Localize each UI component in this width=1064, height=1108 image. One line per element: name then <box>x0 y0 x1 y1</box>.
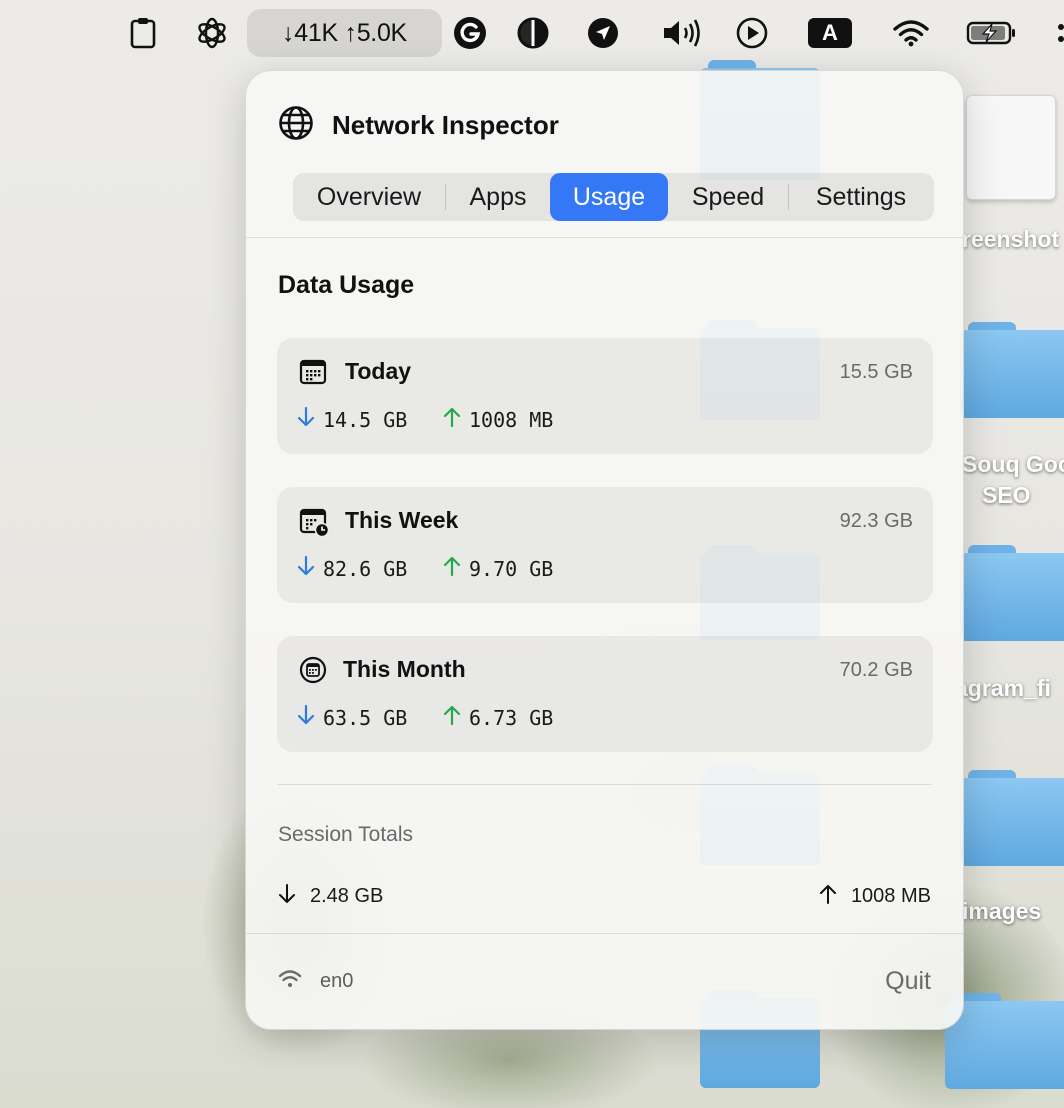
tab-settings[interactable]: Settings <box>789 173 933 221</box>
upload-arrow-icon <box>443 704 461 731</box>
upload-stat: 1008 MB <box>443 406 553 433</box>
network-interface: en0 <box>278 969 353 994</box>
keyboard-input-badge: A <box>808 18 852 48</box>
globe-icon <box>278 105 314 146</box>
usage-period-label: This Month <box>343 656 466 682</box>
tab-bar: Overview Apps Usage Speed Settings <box>293 173 934 221</box>
location-arrow-icon[interactable] <box>586 14 620 52</box>
session-download-value: 2.48 GB <box>310 885 384 907</box>
download-arrow-icon <box>297 555 315 582</box>
desktop-screenshot-thumbnail[interactable] <box>966 95 1056 200</box>
usage-total: 70.2 GB <box>839 659 913 681</box>
usage-period-label: This Week <box>345 507 459 533</box>
grammarly-icon[interactable] <box>452 14 488 52</box>
openai-icon[interactable] <box>193 14 231 52</box>
usage-card-month: This Month 70.2 GB 63.5 GB 6.73 GB <box>277 636 933 752</box>
desktop-label[interactable]: Souq Goo <box>962 451 1064 478</box>
download-arrow-icon <box>297 406 315 433</box>
tab-usage[interactable]: Usage <box>550 173 668 221</box>
calendar-icon <box>299 358 327 386</box>
upload-value: 9.70 GB <box>469 556 554 581</box>
tab-overview[interactable]: Overview <box>293 173 445 221</box>
upload-value: 6.73 GB <box>469 705 554 730</box>
download-stat: 63.5 GB <box>297 704 407 731</box>
download-stat: 82.6 GB <box>297 555 407 582</box>
clipboard-icon[interactable] <box>127 14 159 52</box>
network-speed-menu[interactable]: ↓41K ↑5.0K <box>247 9 442 57</box>
net-down-value: ↓41K <box>282 18 338 47</box>
section-title: Data Usage <box>278 271 415 299</box>
popover-header: Network Inspector <box>278 105 559 146</box>
tab-apps[interactable]: Apps <box>446 173 550 221</box>
desktop-label[interactable]: agram_fi <box>955 675 1051 702</box>
desktop-folder[interactable] <box>960 545 1064 641</box>
upload-arrow-icon <box>443 406 461 433</box>
quit-button[interactable]: Quit <box>885 967 931 996</box>
download-value: 82.6 GB <box>323 556 408 581</box>
download-value: 14.5 GB <box>323 407 408 432</box>
desktop-label[interactable]: reenshot <box>962 226 1059 253</box>
header-divider <box>246 237 963 238</box>
more-status-icon[interactable] <box>1052 14 1064 52</box>
download-arrow-icon <box>278 883 296 910</box>
upload-stat: 9.70 GB <box>443 555 553 582</box>
wifi-icon <box>278 969 302 994</box>
usage-total: 92.3 GB <box>839 510 913 532</box>
calendar-circle-icon <box>299 656 327 684</box>
wifi-icon[interactable] <box>892 14 930 52</box>
desktop-folder[interactable] <box>960 322 1064 418</box>
play-icon[interactable] <box>734 14 770 52</box>
usage-total: 15.5 GB <box>839 361 913 383</box>
upload-value: 1008 MB <box>469 407 554 432</box>
usage-period-label: Today <box>345 358 412 384</box>
volume-icon[interactable] <box>660 14 704 52</box>
session-totals-title: Session Totals <box>278 823 414 846</box>
menu-bar: ↓41K ↑5.0K A <box>0 0 1064 66</box>
footer-divider <box>246 933 963 934</box>
session-download: 2.48 GB <box>278 883 383 910</box>
contrast-icon[interactable] <box>516 14 550 52</box>
keyboard-input-icon[interactable]: A <box>806 14 854 52</box>
calendar-clock-icon <box>299 507 330 538</box>
session-upload: 1008 MB <box>819 883 931 910</box>
tab-speed[interactable]: Speed <box>668 173 788 221</box>
upload-stat: 6.73 GB <box>443 704 553 731</box>
usage-card-week: This Week 92.3 GB 82.6 GB 9.70 GB <box>277 487 933 603</box>
upload-arrow-icon <box>443 555 461 582</box>
session-upload-value: 1008 MB <box>850 885 931 907</box>
desktop-folder[interactable] <box>960 770 1064 866</box>
download-arrow-icon <box>297 704 315 731</box>
network-inspector-popover: Network Inspector Overview Apps Usage Sp… <box>245 70 964 1030</box>
battery-charging-icon[interactable] <box>965 14 1019 52</box>
download-stat: 14.5 GB <box>297 406 407 433</box>
desktop-label[interactable]: images <box>962 898 1041 925</box>
upload-arrow-icon <box>819 883 837 910</box>
popover-title: Network Inspector <box>332 110 559 140</box>
download-value: 63.5 GB <box>323 705 408 730</box>
session-divider <box>277 784 932 785</box>
interface-name: en0 <box>320 970 354 992</box>
usage-card-today: Today 15.5 GB 14.5 GB 1008 MB <box>277 338 933 454</box>
net-up-value: ↑5.0K <box>344 18 408 47</box>
desktop-label[interactable]: SEO <box>982 482 1031 509</box>
